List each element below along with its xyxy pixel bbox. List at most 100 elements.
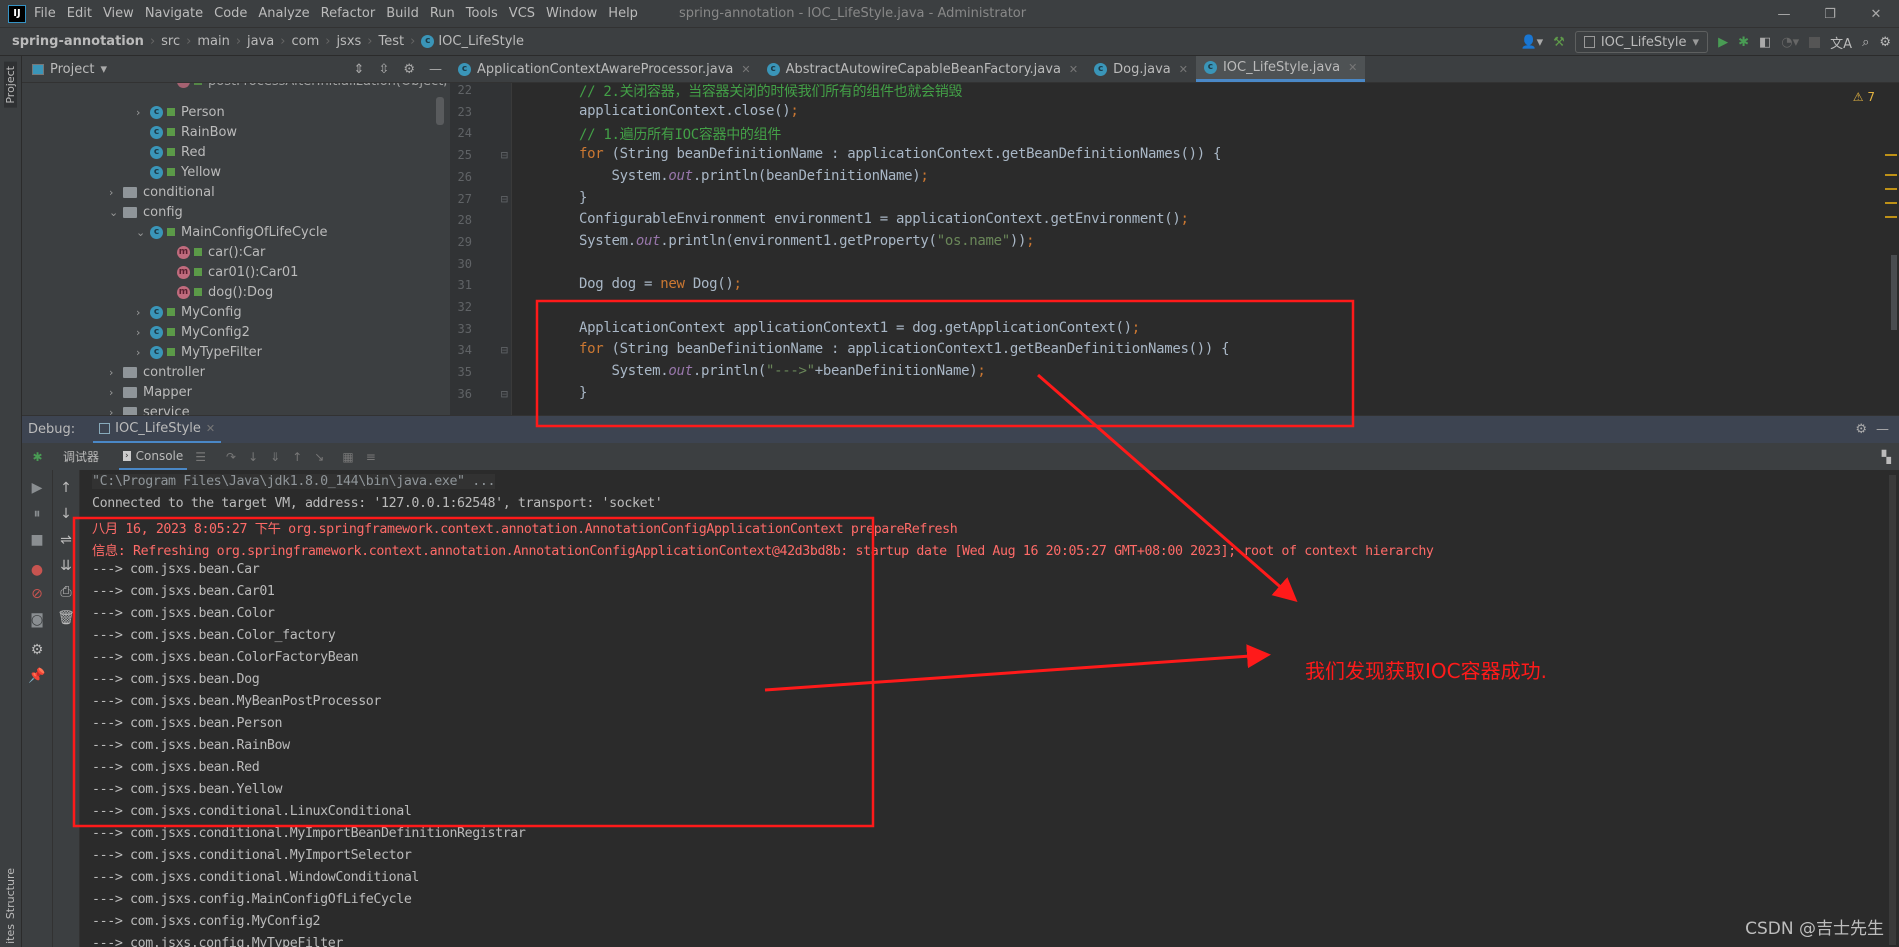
step-out-icon[interactable]: ↑ <box>292 450 302 464</box>
tree-item[interactable]: m dog():Dog <box>163 282 273 302</box>
menu-item-analyze[interactable]: Analyze <box>258 6 309 21</box>
chevron-down-icon[interactable]: ▾ <box>100 62 107 77</box>
chevron-icon[interactable]: › <box>109 406 123 416</box>
evaluate-expression-icon[interactable]: ▦ <box>342 450 353 464</box>
tree-item[interactable]: › controller <box>109 362 205 382</box>
project-panel-title[interactable]: Project <box>50 62 94 77</box>
resume-icon[interactable]: ▶ <box>22 480 52 496</box>
debug-session-tab[interactable]: IOC_LifeStyle ✕ <box>93 416 222 444</box>
breadcrumb-item[interactable]: com <box>291 34 319 49</box>
print-icon[interactable]: ⎙ <box>53 584 79 600</box>
menu-item-code[interactable]: Code <box>214 6 247 21</box>
up-arrow-icon[interactable]: ↑ <box>53 480 79 496</box>
stop-icon[interactable]: ■ <box>22 532 52 548</box>
tree-item[interactable]: m car():Car <box>163 242 265 262</box>
gear-icon[interactable]: ⚙ <box>403 62 415 77</box>
tree-item[interactable]: c Red <box>136 142 206 162</box>
menu-item-window[interactable]: Window <box>546 6 597 21</box>
build-hammer-icon[interactable]: ⚒ <box>1553 35 1565 50</box>
menu-item-help[interactable]: Help <box>608 6 638 21</box>
pause-icon[interactable]: ⏸ <box>22 506 52 522</box>
force-step-into-icon[interactable]: ⇓ <box>270 450 280 464</box>
tree-item[interactable]: m postProcessAfterInitialization(Object, <box>163 83 447 91</box>
fold-icon[interactable]: ⊟ <box>496 148 508 162</box>
tab-console[interactable]: › Console <box>119 443 188 470</box>
step-into-icon[interactable]: ↓ <box>248 450 258 464</box>
favorites-tool-button[interactable]: ites <box>4 924 17 944</box>
chevron-icon[interactable]: › <box>136 106 150 119</box>
tree-scrollbar[interactable] <box>436 97 444 125</box>
trace-icon[interactable]: ≡ <box>366 450 376 464</box>
menu-item-refactor[interactable]: Refactor <box>321 6 376 21</box>
menu-item-run[interactable]: Run <box>430 6 455 21</box>
menu-item-file[interactable]: File <box>34 6 56 21</box>
menu-item-navigate[interactable]: Navigate <box>145 6 203 21</box>
close-icon[interactable]: ✕ <box>1348 61 1357 74</box>
pin-icon[interactable]: 📌 <box>22 668 52 684</box>
hide-icon[interactable]: — <box>429 62 442 77</box>
menu-item-edit[interactable]: Edit <box>67 6 92 21</box>
tree-item[interactable]: › c MyConfig2 <box>136 322 250 342</box>
breadcrumb-item[interactable]: IOC_LifeStyle <box>438 34 524 49</box>
close-button[interactable]: ✕ <box>1853 7 1899 22</box>
tree-item[interactable]: ⌄ config <box>109 202 183 222</box>
menu-item-tools[interactable]: Tools <box>466 6 498 21</box>
breadcrumb-item[interactable]: jsxs <box>336 34 361 49</box>
step-over-icon[interactable]: ↷ <box>226 450 236 464</box>
stop-icon[interactable] <box>1809 36 1821 48</box>
chevron-icon[interactable]: › <box>109 386 123 399</box>
menu-item-view[interactable]: View <box>103 6 134 21</box>
menu-icon[interactable]: ☰ <box>195 450 206 464</box>
profile-icon[interactable]: ◔▾ <box>1781 35 1799 50</box>
collapse-all-icon[interactable]: ⇳ <box>378 62 389 77</box>
console-scrollbar[interactable] <box>1889 475 1896 945</box>
camera-icon[interactable]: ◙ <box>22 612 52 628</box>
settings-gear-icon[interactable]: ⚙ <box>1879 35 1891 50</box>
translate-icon[interactable]: 文A <box>1830 33 1852 52</box>
close-icon[interactable]: ✕ <box>741 63 750 76</box>
tree-item[interactable]: › c MyTypeFilter <box>136 342 262 362</box>
user-icon[interactable]: 👤▾ <box>1520 35 1543 50</box>
tree-item[interactable]: m car01():Car01 <box>163 262 298 282</box>
close-icon[interactable]: ✕ <box>206 422 215 435</box>
tree-item[interactable]: › Mapper <box>109 382 192 402</box>
editor-scrollbar[interactable] <box>1891 255 1897 330</box>
chevron-icon[interactable]: ⌄ <box>136 226 150 239</box>
soft-wrap-icon[interactable]: ⇌ <box>53 532 79 548</box>
close-icon[interactable]: ✕ <box>1179 63 1188 76</box>
search-icon[interactable]: ⌕ <box>1862 35 1869 50</box>
tab-abstractautowirecapablebeanfactory[interactable]: c AbstractAutowireCapableBeanFactory.java… <box>759 56 1087 82</box>
settings-icon[interactable]: ⚙ <box>22 642 52 658</box>
tree-item[interactable]: c RainBow <box>136 122 237 142</box>
tab-dog[interactable]: c Dog.java ✕ <box>1086 56 1196 82</box>
gear-icon[interactable]: ⚙ <box>1855 422 1867 437</box>
menu-item-vcs[interactable]: VCS <box>509 6 535 21</box>
minimize-button[interactable]: — <box>1761 7 1807 22</box>
tree-item[interactable]: › service <box>109 402 190 415</box>
debug-bug-icon[interactable]: ✱ <box>1738 35 1749 50</box>
close-icon[interactable]: ✕ <box>1069 63 1078 76</box>
layout-icon[interactable]: ▚ <box>1882 450 1891 464</box>
breadcrumb-item[interactable]: main <box>197 34 229 49</box>
breadcrumb-item[interactable]: src <box>161 34 180 49</box>
project-tool-button[interactable]: Project <box>4 62 17 108</box>
code-editor[interactable]: // 2.关闭容器，当容器关闭的时候我们所有的组件也就会销毁 applicatio… <box>512 83 1899 415</box>
chevron-icon[interactable]: › <box>109 186 123 199</box>
tree-item[interactable]: ⌄ c MainConfigOfLifeCycle <box>136 222 328 242</box>
trash-icon[interactable]: 🗑 <box>53 610 79 626</box>
restore-button[interactable]: ❐ <box>1807 7 1853 22</box>
tree-item[interactable]: › c MyConfig <box>136 302 242 322</box>
hide-icon[interactable]: — <box>1876 422 1889 437</box>
console-output[interactable]: "C:\Program Files\Java\jdk1.8.0_144\bin\… <box>80 470 1899 947</box>
structure-tool-button[interactable]: Structure <box>4 868 17 919</box>
view-breakpoints-icon[interactable]: ● <box>22 562 52 578</box>
fold-icon[interactable]: ⊟ <box>496 387 508 401</box>
breadcrumb-item[interactable]: spring-annotation <box>12 34 144 49</box>
inspection-warning-indicator[interactable]: ⚠ 7 <box>1853 90 1875 104</box>
chevron-icon[interactable]: › <box>136 346 150 359</box>
tab-applicationcontextawareprocessor[interactable]: c ApplicationContextAwareProcessor.java ✕ <box>450 56 759 82</box>
tab-ioc_lifestyle[interactable]: c IOC_LifeStyle.java ✕ <box>1195 56 1366 82</box>
scroll-to-end-icon[interactable]: ⇊ <box>53 558 79 574</box>
chevron-icon[interactable]: ⌄ <box>109 206 123 219</box>
coverage-icon[interactable]: ◧ <box>1759 35 1771 50</box>
